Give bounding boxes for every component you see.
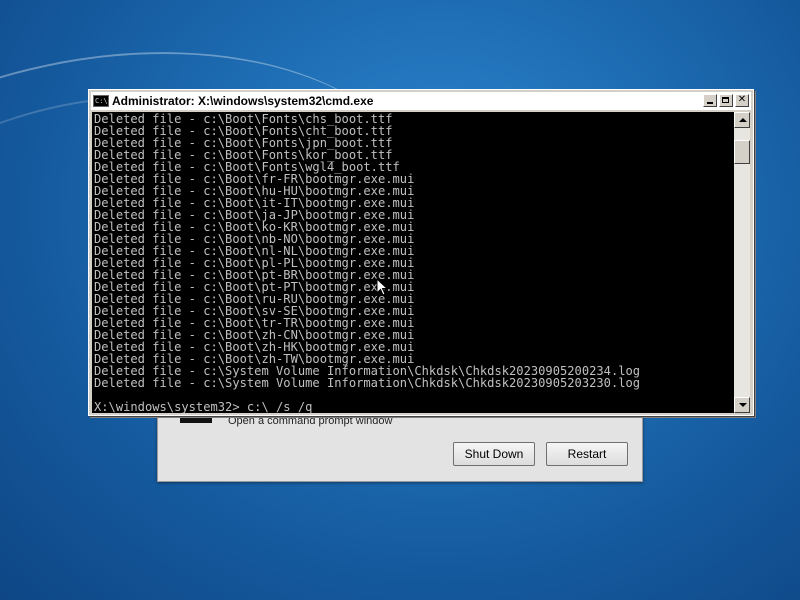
scroll-thumb[interactable] [734,140,750,164]
command-prompt-option-icon[interactable] [180,415,212,423]
output-line: Deleted file - c:\System Volume Informat… [94,376,641,390]
mouse-pointer-icon [376,278,388,296]
scroll-up-arrow-icon[interactable] [734,112,750,128]
command-prompt-input[interactable]: X:\windows\system32> c:\ /s /q [94,401,734,413]
close-icon[interactable]: ✕ [735,94,749,107]
shut-down-button[interactable]: Shut Down [453,442,535,466]
cmd-window-title: Administrator: X:\windows\system32\cmd.e… [112,94,374,108]
scroll-down-arrow-icon[interactable] [734,397,750,413]
command-prompt-option-description: Open a command prompt window [228,415,393,427]
console-output[interactable]: Deleted file - c:\Boot\Fonts\chs_boot.tt… [92,112,734,413]
restart-button[interactable]: Restart [546,442,628,466]
cmd-app-icon[interactable]: C:\ [93,95,109,107]
cmd-window: C:\ Administrator: X:\windows\system32\c… [88,89,754,416]
cmd-titlebar[interactable]: C:\ Administrator: X:\windows\system32\c… [91,92,751,110]
minimize-icon[interactable] [703,94,717,107]
window-controls: ✕ [703,94,749,107]
maximize-icon[interactable] [719,94,733,107]
vertical-scrollbar[interactable] [734,112,750,413]
